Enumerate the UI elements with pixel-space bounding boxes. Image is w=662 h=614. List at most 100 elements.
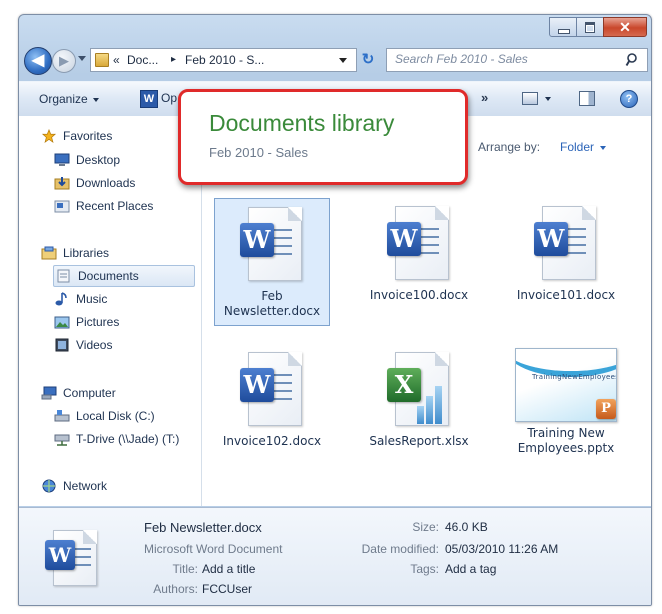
sidebar-network[interactable]: Network	[41, 476, 107, 496]
folder-icon	[95, 53, 109, 67]
minimize-button[interactable]	[549, 17, 577, 37]
help-icon[interactable]: ?	[620, 90, 638, 108]
desktop-icon	[54, 153, 70, 166]
search-input[interactable]	[387, 49, 625, 69]
file-item-training-new-employees[interactable]: TrainingNewEmployees P Training New Emplo…	[509, 344, 623, 462]
documents-icon	[57, 269, 70, 283]
search-box[interactable]	[386, 48, 648, 72]
file-name: Feb	[261, 289, 283, 303]
breadcrumb-documents[interactable]: Doc...	[127, 53, 158, 67]
sidebar-item-videos[interactable]: Videos	[54, 335, 112, 355]
sidebar-item-documents[interactable]: Documents	[53, 265, 195, 287]
open-button[interactable]: W Op	[140, 90, 177, 108]
local-disk-icon	[54, 410, 70, 422]
details-authors-field[interactable]: FCCUser	[202, 582, 252, 596]
more-commands-button[interactable]: »	[481, 90, 488, 105]
sidebar-item-desktop[interactable]: Desktop	[54, 150, 120, 170]
sidebar-item-label: Pictures	[76, 315, 120, 329]
navigation-bar: ◀ ▶ « Doc... ▸ Feb 2010 - S... ↻	[19, 45, 651, 79]
powerpoint-thumbnail-icon: TrainingNewEmployees P	[515, 348, 617, 422]
details-size-value: 46.0 KB	[445, 520, 488, 534]
arrange-by-value: Folder	[560, 140, 595, 154]
organize-label: Organize	[39, 92, 88, 106]
slide-title: TrainingNewEmployees	[532, 373, 617, 381]
sidebar-item-label: Network	[63, 479, 108, 493]
sidebar-item-label: Libraries	[63, 246, 110, 260]
sidebar-item-label: Local Disk (C:)	[76, 409, 155, 423]
word-app-icon: W	[140, 90, 158, 108]
word-document-icon: W	[240, 205, 304, 285]
sidebar-item-label: Computer	[63, 386, 116, 400]
sidebar-computer[interactable]: Computer	[41, 383, 116, 403]
music-icon	[55, 292, 67, 306]
preview-pane-icon[interactable]	[579, 91, 595, 106]
details-size-label: Size:	[412, 520, 439, 534]
sidebar-item-local-disk[interactable]: Local Disk (C:)	[54, 406, 155, 426]
pictures-icon	[54, 316, 70, 329]
open-label: Op	[161, 91, 178, 106]
file-name: Invoice102.docx	[222, 434, 322, 448]
sidebar-libraries[interactable]: Libraries	[41, 243, 109, 263]
file-name: Invoice101.docx	[516, 288, 616, 302]
breadcrumb-current-folder[interactable]: Feb 2010 - S...	[185, 53, 264, 67]
close-button[interactable]: ✕	[603, 17, 647, 37]
breadcrumb-overflow[interactable]: «	[113, 53, 120, 67]
sidebar-favorites[interactable]: Favorites	[41, 126, 112, 146]
recent-pages-dropdown[interactable]	[78, 56, 86, 61]
word-document-icon: W	[534, 204, 598, 284]
library-subtitle: Feb 2010 - Sales	[209, 145, 309, 160]
details-title-field[interactable]: Add a title	[202, 562, 255, 576]
sidebar-item-label: T-Drive (\\Jade) (T:)	[76, 432, 180, 446]
details-tags-field[interactable]: Add a tag	[445, 562, 496, 576]
documents-library-callout: Documents library Feb 2010 - Sales	[178, 89, 468, 185]
recent-places-icon	[54, 200, 70, 213]
address-dropdown-icon[interactable]	[339, 58, 347, 63]
arrange-by-dropdown[interactable]: Folder	[560, 140, 607, 154]
title-bar: ✕	[19, 15, 651, 45]
file-name: SalesReport.xlsx	[369, 434, 469, 448]
sidebar-item-label: Documents	[78, 269, 139, 283]
breadcrumb-separator-icon[interactable]: ▸	[171, 54, 176, 65]
sidebar-item-label: Recent Places	[76, 199, 154, 213]
forward-arrow-icon: ▶	[59, 53, 69, 68]
library-title: Documents library	[209, 110, 395, 136]
details-authors-label: Authors:	[153, 582, 198, 596]
file-item-invoice101[interactable]: W Invoice101.docx	[509, 198, 623, 309]
file-item-feb-newsletter[interactable]: W Feb Newsletter.docx	[214, 198, 330, 326]
chevron-down-icon	[600, 145, 607, 150]
refresh-icon: ↻	[361, 51, 375, 68]
file-item-invoice100[interactable]: W Invoice100.docx	[362, 198, 476, 309]
libraries-icon	[41, 246, 57, 260]
details-tags-label: Tags:	[410, 562, 439, 576]
file-name: Employees.pptx	[517, 441, 615, 455]
file-name: Invoice100.docx	[369, 288, 469, 302]
word-document-icon: W	[41, 526, 105, 590]
sidebar-item-label: Favorites	[63, 129, 113, 143]
maximize-button[interactable]	[576, 17, 604, 37]
back-button[interactable]: ◀	[24, 47, 52, 75]
sidebar-item-music[interactable]: Music	[54, 289, 107, 309]
word-document-icon: W	[387, 204, 451, 284]
details-title-label: Title:	[172, 562, 198, 576]
search-icon[interactable]	[625, 52, 641, 68]
file-item-sales-report[interactable]: X SalesReport.xlsx	[362, 344, 476, 455]
change-view-icon[interactable]	[522, 92, 538, 105]
refresh-button[interactable]: ↻	[357, 49, 379, 71]
file-name: Training New	[527, 426, 605, 440]
close-icon: ✕	[619, 19, 631, 35]
file-item-invoice102[interactable]: W Invoice102.docx	[215, 344, 329, 455]
computer-icon	[41, 386, 57, 400]
sidebar-item-pictures[interactable]: Pictures	[54, 312, 119, 332]
details-file-name: Feb Newsletter.docx	[144, 520, 262, 535]
details-pane: W Feb Newsletter.docx Microsoft Word Doc…	[19, 507, 651, 605]
sidebar-item-recent-places[interactable]: Recent Places	[54, 196, 153, 216]
address-bar[interactable]: « Doc... ▸ Feb 2010 - S...	[90, 48, 357, 72]
forward-button[interactable]: ▶	[52, 49, 76, 73]
views-dropdown-icon[interactable]	[545, 97, 551, 101]
sidebar-item-downloads[interactable]: Downloads	[54, 173, 135, 193]
organize-button[interactable]: Organize	[39, 92, 99, 106]
sidebar-item-label: Videos	[76, 338, 113, 352]
sidebar-item-label: Desktop	[76, 153, 121, 167]
sidebar-item-network-drive[interactable]: T-Drive (\\Jade) (T:)	[54, 429, 179, 449]
network-drive-icon	[54, 434, 70, 446]
